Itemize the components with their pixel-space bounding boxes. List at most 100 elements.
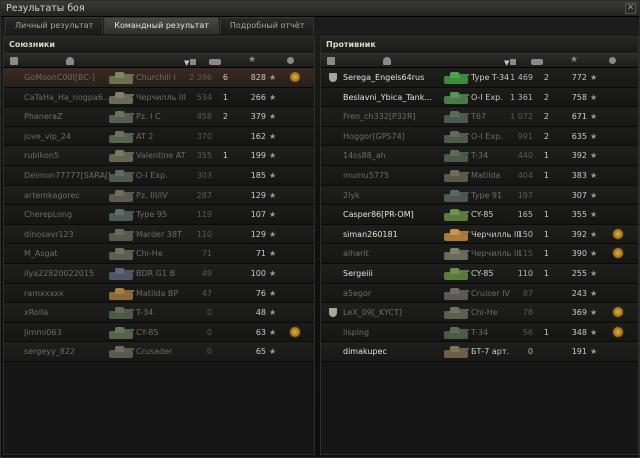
player-row[interactable]: sergeyy_822 Crusader 0 65 ★: [4, 342, 314, 362]
tank-icon: [108, 227, 134, 242]
achievements-column-icon[interactable]: [287, 57, 294, 64]
xp-value: 199: [250, 151, 266, 161]
damage-value: 1 072: [510, 112, 533, 122]
tank-icon: [108, 90, 134, 105]
player-row[interactable]: a5egor Cruiser IV 87 243 ★: [321, 283, 638, 304]
xp-column-icon[interactable]: ★: [248, 55, 256, 65]
damage-value: 110: [517, 268, 533, 278]
xp-star-icon: ★: [269, 210, 277, 220]
tank-icon: [443, 246, 469, 261]
frags-value: [216, 303, 228, 322]
player-row[interactable]: Sergeiii CY-85 110 1 255 ★: [321, 263, 638, 284]
player-row[interactable]: Beslavni_Ybica_Tank... O-I Exp. 1 361 2 758 ★: [321, 87, 638, 108]
damage-column-icon[interactable]: [190, 59, 200, 65]
player-row[interactable]: 14ss88_ah T-34 440 1 392 ★: [321, 146, 638, 166]
xp-column-icon[interactable]: ★: [570, 55, 578, 65]
player-row[interactable]: mumu5775 Matilda 404 1 383 ★: [321, 165, 638, 186]
player-name: Hoggor[GPS74]: [343, 131, 405, 141]
player-row[interactable]: Fren_ch332[P32R] T67 1 072 2 671 ★: [321, 107, 638, 127]
player-row[interactable]: Serega_Engels64rus Type T-34 1 469 2 772 ★: [321, 68, 638, 88]
player-row[interactable]: CherepLong Type 95 119 107 ★: [4, 205, 314, 225]
player-column-icon[interactable]: [66, 57, 74, 65]
xp-value: 63: [255, 327, 266, 337]
achievement-medal-icon[interactable]: [289, 325, 301, 338]
player-name: rubikon5: [24, 151, 60, 161]
achievement-medal-icon[interactable]: [289, 71, 301, 83]
xp-value: 191: [571, 347, 587, 357]
player-row[interactable]: ilya22820022015 BDR G1 B 49 100 ★: [4, 263, 314, 284]
tab-personal-result[interactable]: Личный результат: [5, 17, 104, 34]
tab-detailed-report[interactable]: Подробный отчёт: [219, 17, 315, 34]
achievement-medal-icon[interactable]: [612, 247, 624, 260]
tank-column-icon[interactable]: [531, 59, 543, 65]
allies-list: GoMoonC00l[BC-] Churchill I2 386 6 828 ★ CaTa…: [4, 68, 314, 362]
player-row[interactable]: Deimon77777[SARAJ] O-I Exp. 303 185 ★: [4, 165, 314, 186]
damage-value: 119: [196, 210, 212, 220]
player-row[interactable]: dinosavr123 Marder 38T 110 129 ★: [4, 224, 314, 245]
xp-value: 392: [571, 229, 587, 239]
xp-value: 369: [571, 308, 587, 318]
player-row[interactable]: Hoggor[GPS74] O-I Exp. 991 2 635 ★: [321, 126, 638, 147]
tank-icon: [443, 227, 469, 242]
xp-star-icon: ★: [269, 327, 277, 337]
player-row[interactable]: Casper86[PR-OM] CY-85 165 1 355 ★: [321, 205, 638, 225]
xp-star-icon: ★: [590, 249, 598, 259]
player-row[interactable]: dimakupec БТ-7 арт. 0 191 ★: [321, 342, 638, 362]
player-row[interactable]: xRolla T-34 0 48 ★: [4, 303, 314, 323]
achievement-medal-icon[interactable]: [612, 227, 624, 240]
player-row[interactable]: LeX_09[_KYCT] Chi-He 78 369 ★: [321, 303, 638, 323]
enemies-title: Противник: [321, 37, 638, 53]
player-name: sergeyy_822: [24, 347, 75, 357]
player-row[interactable]: Jimmi063 CY-85 0 63 ★: [4, 322, 314, 343]
xp-star-icon: ★: [590, 288, 598, 298]
frags-value: 2: [222, 112, 228, 122]
player-row[interactable]: lisping T-34 56 1 348 ★: [321, 322, 638, 343]
achievements-column-icon[interactable]: [609, 57, 616, 64]
xp-value: 129: [250, 229, 266, 239]
tank-icon: [108, 70, 134, 85]
tank-icon: [108, 168, 134, 183]
player-row[interactable]: artemkagorec Pz. III/IV 287 129 ★: [4, 185, 314, 206]
player-row[interactable]: M_Asgat Chi-He 71 71 ★: [4, 244, 314, 264]
frags-value: 2: [543, 73, 549, 82]
player-row[interactable]: CaTaHa_Ha_nogpa6... Черчилль III 534 1 266 ★: [4, 87, 314, 108]
squad-column-icon[interactable]: [10, 57, 18, 65]
tab-team-result[interactable]: Командный результат: [104, 17, 219, 34]
player-row[interactable]: 2lyk Type 91 197 307 ★: [321, 185, 638, 206]
player-row[interactable]: rubikon5 Valentine AT 355 1 199 ★: [4, 146, 314, 166]
xp-value: 758: [571, 92, 587, 102]
damage-value: 458: [196, 112, 212, 122]
achievement-medal-icon[interactable]: [612, 306, 624, 319]
player-row[interactable]: PhaneraZ Pz. I C 458 2 379 ★: [4, 107, 314, 127]
frags-value: [216, 323, 228, 342]
xp-star-icon: ★: [269, 249, 277, 259]
frags-value: [216, 186, 228, 205]
damage-column-icon[interactable]: [510, 59, 520, 65]
tank-icon: [108, 266, 134, 281]
close-icon[interactable]: ✕: [625, 3, 636, 14]
achievement-medal-icon[interactable]: [612, 325, 624, 338]
frags-value: [537, 186, 549, 205]
player-row[interactable]: ramxxxxx Matilda BP 47 76 ★: [4, 283, 314, 304]
player-column-icon[interactable]: [383, 57, 391, 65]
xp-value: 772: [571, 73, 587, 82]
player-row[interactable]: jove_vip_24 AT 2 370 162 ★: [4, 126, 314, 147]
player-row[interactable]: alharit Черчилль III 115 1 390 ★: [321, 244, 638, 264]
player-name: mumu5775: [343, 170, 390, 180]
xp-value: 100: [250, 268, 266, 278]
player-row[interactable]: siman260181 Черчилль III 150 1 392 ★: [321, 224, 638, 245]
xp-value: 65: [255, 347, 266, 357]
squad-column-icon[interactable]: [327, 57, 335, 65]
damage-value: 115: [517, 249, 533, 259]
tank-column-icon[interactable]: [209, 59, 221, 65]
tank-icon: [443, 168, 469, 183]
sort-arrow-icon: ▼: [504, 59, 510, 67]
xp-value: 71: [255, 249, 266, 259]
xp-star-icon: ★: [590, 268, 598, 278]
xp-star-icon: ★: [269, 268, 277, 278]
player-row[interactable]: GoMoonC00l[BC-] Churchill I2 386 6 828 ★: [4, 68, 314, 88]
xp-value: 107: [250, 210, 266, 220]
frags-value: [216, 225, 228, 244]
damage-value: 404: [517, 170, 533, 180]
tank-icon: [108, 207, 134, 222]
